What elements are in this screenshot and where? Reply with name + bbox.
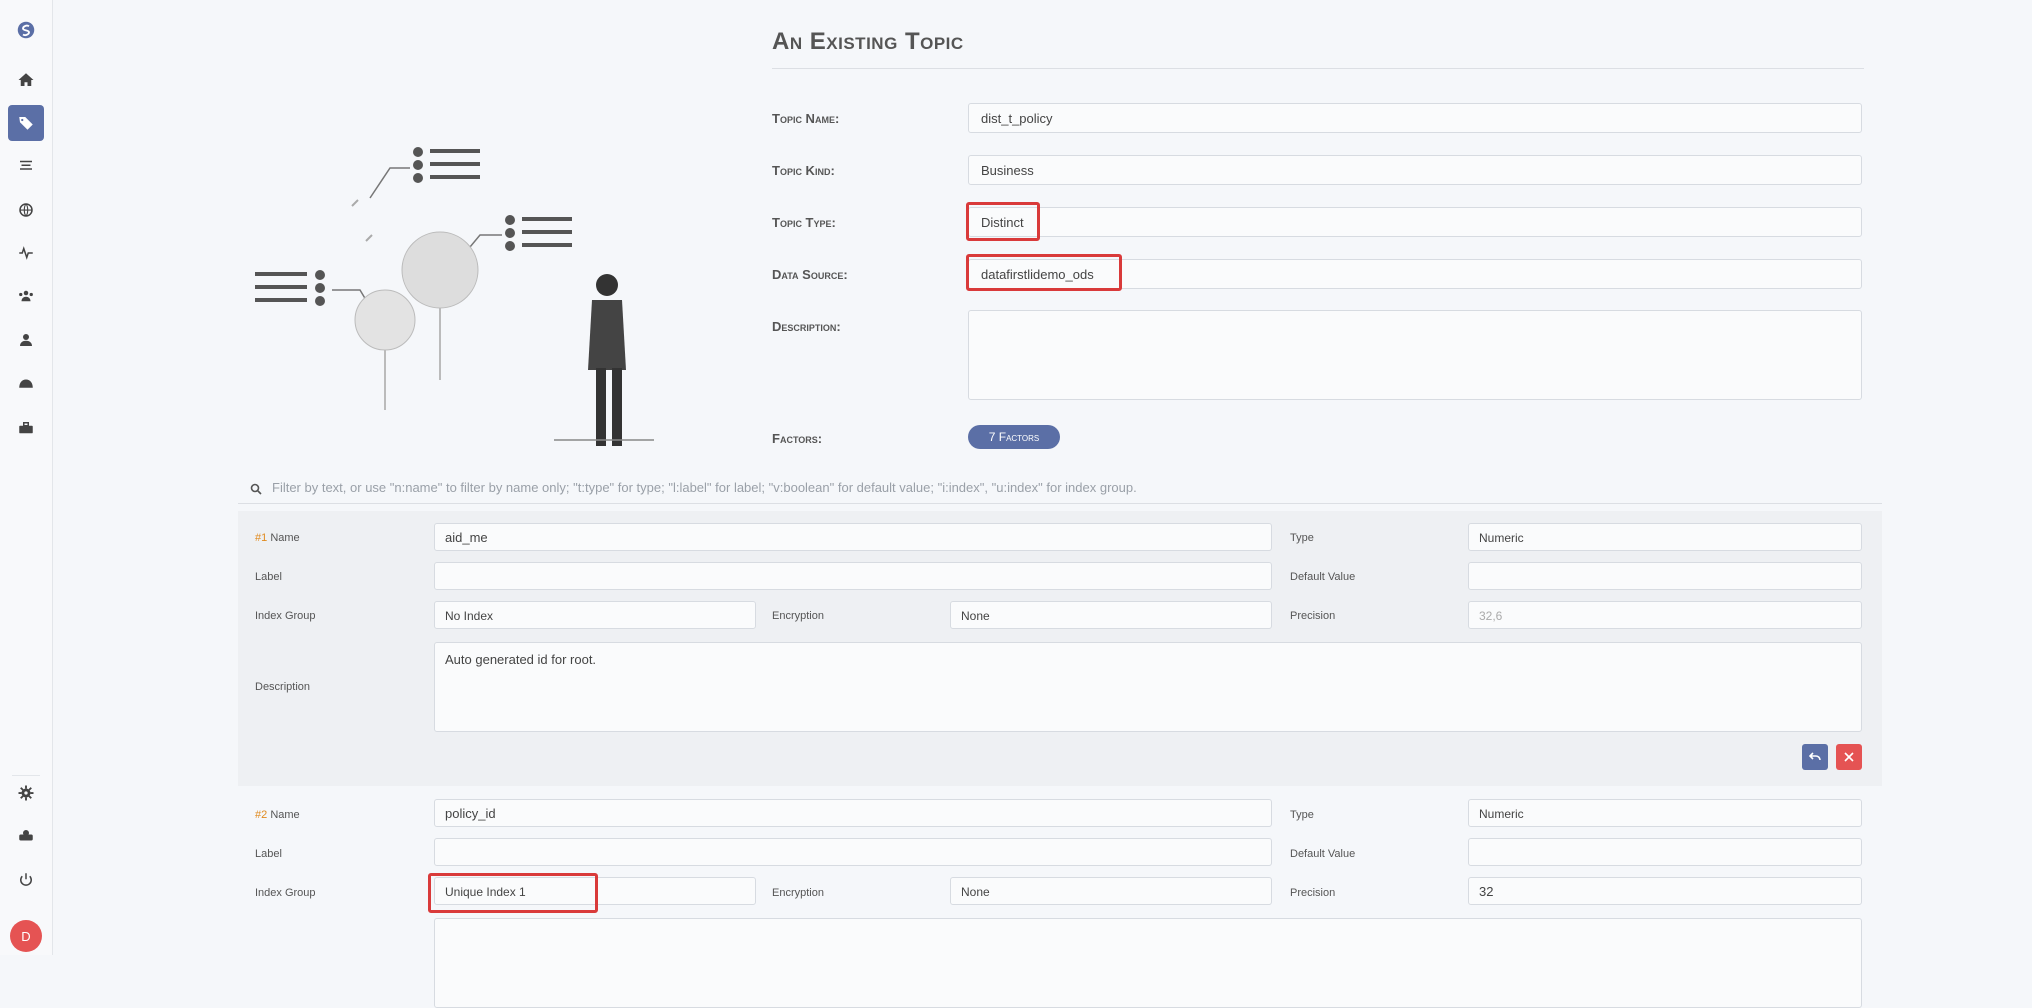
undo-button[interactable] [1802,744,1828,770]
sidebar: D [0,0,53,955]
factor-row: #1 Name aid_me Type Numeric Label Defaul… [238,511,1882,786]
topic-name-input[interactable]: dist_t_policy [968,103,1862,133]
factor-label-input[interactable] [434,838,1272,866]
topic-type-select[interactable]: Distinct [968,207,1862,237]
factor-name-label: #1 Name [255,532,300,544]
factor-default-input[interactable] [1468,838,1862,866]
factors-count-button[interactable]: 7 Factors [968,425,1060,449]
topic-illustration [255,147,654,446]
factor-description-label: Description [255,681,311,693]
index-group-highlight [428,873,598,913]
factor-encryption-label: Encryption [772,887,824,899]
factor-row: #2 Name policy_id Type Numeric Label Def… [238,788,1882,1008]
delete-factor-button[interactable] [1836,744,1862,770]
factor-filter-input[interactable]: Filter by text, or use "n:name" to filte… [272,480,1872,495]
factor-label-input[interactable] [434,562,1272,590]
avatar[interactable]: D [10,920,42,952]
factor-label-label: Label [255,848,282,860]
factor-description-textarea[interactable]: Auto generated id for root. [434,642,1862,732]
globe-icon[interactable] [8,192,44,228]
pipeline-icon[interactable] [8,366,44,402]
topic-type-label: Topic Type: [772,215,836,230]
factor-type-label: Type [1290,532,1314,544]
close-icon [1844,752,1854,762]
topic-kind-label: Topic Kind: [772,163,835,178]
users-icon[interactable] [8,278,44,314]
factor-label-label: Label [255,571,282,583]
topic-kind-select[interactable]: Business [968,155,1862,185]
factor-type-label: Type [1290,809,1314,821]
topic-name-label: Topic Name: [772,111,840,126]
admin-icon[interactable] [8,818,44,854]
factor-type-select[interactable]: Numeric [1468,523,1862,551]
tag-icon[interactable] [8,105,44,141]
factor-default-input[interactable] [1468,562,1862,590]
factor-encryption-select[interactable]: None [950,877,1272,905]
data-source-label: Data Source: [772,267,848,282]
factor-precision-label: Precision [1290,887,1336,899]
settings-icon[interactable] [8,775,44,811]
factor-precision-input[interactable]: 32 [1468,877,1862,905]
user-icon[interactable] [8,322,44,358]
title-divider [772,68,1864,69]
factor-default-label: Default Value [1290,848,1356,860]
factor-name-input[interactable]: aid_me [434,523,1272,551]
factor-default-label: Default Value [1290,571,1356,583]
factor-name-input[interactable]: policy_id [434,799,1272,827]
undo-icon [1809,752,1821,761]
factor-type-select[interactable]: Numeric [1468,799,1862,827]
toolbox-icon[interactable] [8,410,44,446]
factor-precision-label: Precision [1290,610,1336,622]
page-title: An Existing Topic [772,28,964,55]
factor-index-group-label: Index Group [255,610,316,622]
data-source-highlight [966,254,1122,291]
topic-type-highlight [966,202,1040,241]
logout-icon[interactable] [8,862,44,898]
monitor-icon[interactable] [8,235,44,271]
home-icon[interactable] [8,62,44,98]
factor-index-group-select[interactable]: No Index [434,601,756,629]
factor-description-textarea[interactable] [434,918,1862,1008]
list-icon[interactable] [8,148,44,184]
description-label: Description: [772,319,841,334]
factor-precision-input[interactable]: 32,6 [1468,601,1862,629]
factor-encryption-label: Encryption [772,610,824,622]
factors-label: Factors: [772,431,823,446]
factor-index-group-label: Index Group [255,887,316,899]
filter-divider [238,503,1882,504]
factor-name-label: #2 Name [255,809,300,821]
factor-encryption-select[interactable]: None [950,601,1272,629]
logo-icon[interactable] [8,12,44,48]
description-textarea[interactable] [968,310,1862,400]
search-icon [250,483,262,495]
